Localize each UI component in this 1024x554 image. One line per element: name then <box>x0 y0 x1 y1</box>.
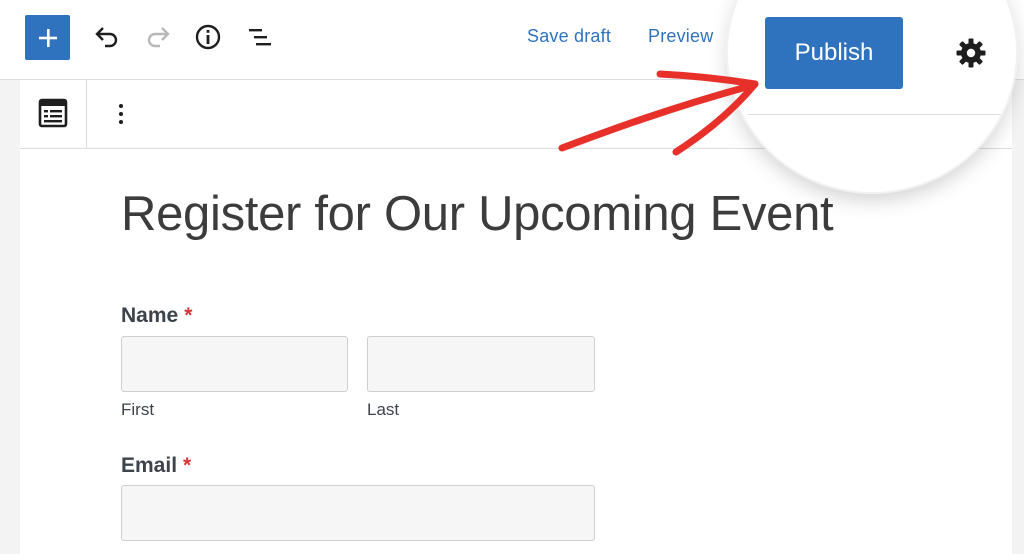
add-block-button[interactable] <box>25 15 70 60</box>
list-view-button[interactable] <box>245 22 275 52</box>
last-name-input[interactable] <box>367 336 595 392</box>
annotation-arrow-icon <box>558 70 759 156</box>
required-indicator: * <box>184 304 193 327</box>
email-input[interactable] <box>121 485 595 541</box>
publish-button[interactable]: Publish <box>765 17 903 89</box>
info-icon <box>195 24 221 50</box>
page-title[interactable]: Register for Our Upcoming Event <box>121 186 834 242</box>
block-type-button[interactable] <box>36 96 70 130</box>
last-sublabel: Last <box>367 400 400 419</box>
form-block-icon <box>38 98 68 128</box>
save-draft-button[interactable]: Save draft <box>527 26 611 47</box>
email-field-label: Email * <box>121 454 192 477</box>
gear-icon[interactable] <box>954 36 988 70</box>
more-vertical-icon[interactable] <box>113 99 129 129</box>
first-sublabel: First <box>121 400 155 419</box>
toolbar-divider <box>86 80 87 148</box>
redo-icon <box>147 27 170 48</box>
list-view-icon <box>249 29 271 46</box>
redo-button[interactable] <box>143 22 173 52</box>
required-indicator: * <box>183 454 192 477</box>
spotlight-divider <box>748 114 1008 115</box>
undo-button[interactable] <box>92 22 122 52</box>
preview-button[interactable]: Preview <box>648 26 713 47</box>
plus-icon <box>38 28 57 47</box>
details-button[interactable] <box>193 22 223 52</box>
name-field-label: Name * <box>121 304 193 327</box>
first-name-input[interactable] <box>121 336 348 392</box>
undo-icon <box>95 27 118 48</box>
